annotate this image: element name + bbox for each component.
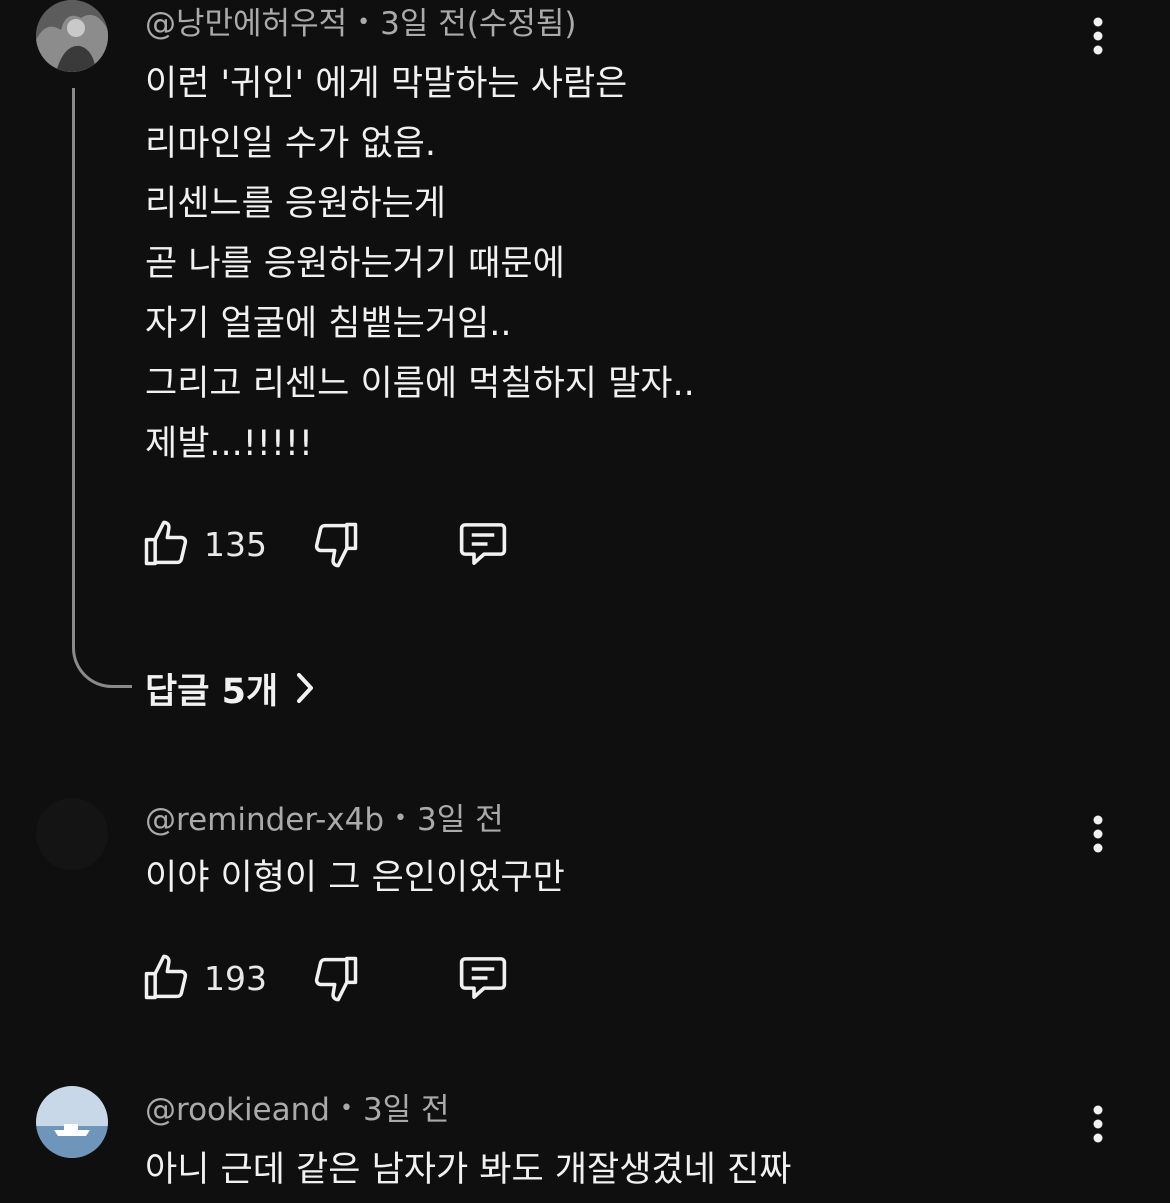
comment-line: 리마인일 수가 없음. <box>145 124 436 164</box>
comment-line: 아니 근데 같은 남자가 봐도 개잘생겼네 진짜 <box>145 1150 792 1190</box>
comment-text: 이런 '귀인' 에게 막말하는 사람은 리마인일 수가 없음. 리센느를 응원하… <box>145 54 695 474</box>
thumbs-up-icon <box>144 954 188 1000</box>
thumbs-down-icon <box>314 522 358 568</box>
comment-line: 제발...!!!!! <box>145 424 313 464</box>
reply-button[interactable] <box>456 948 510 1008</box>
comment-text: 이야 이형이 그 은인이었구만 <box>145 848 565 908</box>
comment-header: @rookieand • 3일 전 <box>145 1090 450 1132</box>
separator-dot: • <box>357 9 371 35</box>
comment-header: @낭만에허우적 • 3일 전(수정됨) <box>145 4 576 46</box>
separator-dot: • <box>394 805 408 831</box>
dislike-button[interactable] <box>310 948 362 1008</box>
avatar[interactable] <box>36 798 108 870</box>
author-name[interactable]: @낭만에허우적 <box>145 6 347 42</box>
author-name[interactable]: @reminder-x4b <box>145 802 384 838</box>
comment-list: @낭만에허우적 • 3일 전(수정됨) 이런 '귀인' 에게 막말하는 사람은 리마… <box>0 0 1170 1203</box>
comment-icon <box>459 523 507 565</box>
like-button[interactable]: 193 <box>140 948 267 1008</box>
avatar-photo <box>36 0 108 72</box>
comment-text: 아니 근데 같은 남자가 봐도 개잘생겼네 진짜 <box>145 1140 791 1200</box>
like-count: 135 <box>204 524 267 564</box>
timestamp: 3일 전(수정됨) <box>380 6 577 42</box>
thumbs-down-icon <box>314 956 358 1002</box>
avatar-photo <box>36 1086 108 1158</box>
comment-line: 리센느를 응원하는게 <box>145 184 446 224</box>
comment-line: 그리고 리센느 이름에 먹칠하지 말자.. <box>145 364 695 404</box>
thumbs-up-icon <box>144 520 188 566</box>
comment-header: @reminder-x4b • 3일 전 <box>145 800 504 842</box>
more-vertical-icon[interactable] <box>1082 14 1114 64</box>
like-count: 193 <box>204 958 267 998</box>
more-vertical-icon[interactable] <box>1082 1102 1114 1152</box>
comment-line: 이야 이형이 그 은인이었구만 <box>145 858 565 898</box>
comment-line: 자기 얼굴에 침뱉는거임.. <box>145 304 512 344</box>
reply-button[interactable] <box>456 514 510 574</box>
comment-line: 곧 나를 응원하는거기 때문에 <box>145 244 565 284</box>
avatar[interactable] <box>36 0 108 72</box>
separator-dot: • <box>339 1095 353 1121</box>
thread-connector <box>72 88 132 688</box>
dislike-button[interactable] <box>310 514 362 574</box>
chevron-right-icon <box>297 673 314 703</box>
replies-toggle[interactable]: 답글 5개 <box>145 660 316 716</box>
author-name[interactable]: @rookieand <box>145 1092 330 1128</box>
replies-label: 답글 5개 <box>145 671 279 712</box>
more-vertical-icon[interactable] <box>1082 812 1114 862</box>
comment-line: 이런 '귀인' 에게 막말하는 사람은 <box>145 64 628 104</box>
avatar-photo <box>36 798 108 870</box>
timestamp: 3일 전 <box>362 1092 450 1128</box>
comment-icon <box>459 957 507 999</box>
timestamp: 3일 전 <box>417 802 504 838</box>
avatar[interactable] <box>36 1086 108 1158</box>
like-button[interactable]: 135 <box>140 514 267 574</box>
